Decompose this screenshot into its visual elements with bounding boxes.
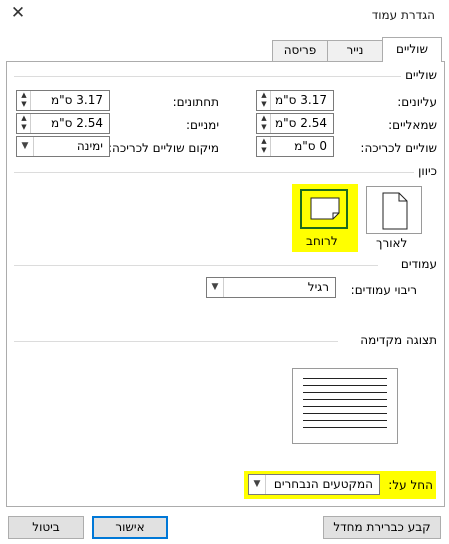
margins-divider bbox=[14, 76, 404, 77]
tab-layout[interactable]: פריסה bbox=[272, 40, 328, 61]
orientation-divider bbox=[14, 172, 414, 173]
right-margin-label: ימניים: bbox=[185, 118, 219, 132]
top-margin-stepper[interactable]: 3.17 ס"מ ▲ ▼ bbox=[256, 90, 334, 111]
left-margin-stepper[interactable]: 2.54 ס"מ ▲ ▼ bbox=[256, 113, 334, 134]
bottom-margin-label: תחתונים: bbox=[172, 95, 219, 109]
portrait-page-icon bbox=[382, 192, 408, 230]
apply-to-label: החל על: bbox=[388, 478, 433, 492]
gutter-position-label: מיקום שוליים לכריכה: bbox=[108, 141, 219, 155]
spin-up-icon[interactable]: ▲ bbox=[258, 114, 270, 123]
portrait-button[interactable] bbox=[366, 186, 422, 234]
chevron-down-icon[interactable]: ▼ bbox=[17, 137, 34, 156]
multiple-pages-value: רגיל bbox=[307, 280, 329, 294]
gutter-position-value: ימינה bbox=[76, 139, 103, 153]
gutter-label: שוליים לכריכה: bbox=[360, 141, 437, 155]
spin-down-icon[interactable]: ▼ bbox=[258, 146, 270, 155]
preview-group-label: תצוגה מקדימה bbox=[356, 333, 437, 347]
close-icon[interactable]: ✕ bbox=[7, 2, 29, 24]
landscape-page-icon bbox=[310, 197, 340, 220]
spin-down-icon[interactable]: ▼ bbox=[258, 123, 270, 132]
pages-group-label: עמודים bbox=[396, 257, 437, 271]
tab-paper[interactable]: נייר bbox=[327, 40, 383, 61]
portrait-label: לאורך bbox=[376, 236, 408, 250]
ok-button[interactable]: אישור bbox=[92, 516, 168, 539]
right-margin-stepper[interactable]: 2.54 ס"מ ▲ ▼ bbox=[16, 113, 110, 134]
multiple-pages-select[interactable]: רגיל ▼ bbox=[206, 277, 336, 298]
right-margin-value: 2.54 ס"מ bbox=[51, 116, 103, 130]
gutter-value: 0 ס"מ bbox=[294, 139, 327, 153]
spin-up-icon[interactable]: ▲ bbox=[18, 114, 30, 123]
top-margin-label: עליונים: bbox=[397, 95, 437, 109]
chevron-down-icon[interactable]: ▼ bbox=[249, 475, 266, 494]
landscape-button[interactable]: לרוחב bbox=[292, 184, 358, 252]
top-margin-value: 3.17 ס"מ bbox=[275, 93, 327, 107]
preview-divider bbox=[14, 341, 338, 342]
left-margin-value: 2.54 ס"מ bbox=[275, 116, 327, 130]
spin-up-icon[interactable]: ▲ bbox=[258, 137, 270, 146]
spin-down-icon[interactable]: ▼ bbox=[258, 100, 270, 109]
window-title: הגדרת עמוד bbox=[371, 8, 435, 22]
cancel-button[interactable]: ביטול bbox=[8, 516, 84, 539]
spin-up-icon[interactable]: ▲ bbox=[18, 91, 30, 100]
spin-down-icon[interactable]: ▼ bbox=[18, 100, 30, 109]
chevron-down-icon[interactable]: ▼ bbox=[207, 278, 224, 297]
gutter-stepper[interactable]: 0 ס"מ ▲ ▼ bbox=[256, 136, 334, 157]
apply-to-value: המקטעים הנבחרים bbox=[273, 477, 373, 491]
bottom-margin-value: 3.17 ס"מ bbox=[51, 93, 103, 107]
bottom-margin-stepper[interactable]: 3.17 ס"מ ▲ ▼ bbox=[16, 90, 110, 111]
margins-group-label: שוליים bbox=[401, 68, 437, 82]
left-margin-label: שמאליים: bbox=[388, 118, 437, 132]
pages-divider bbox=[14, 265, 378, 266]
tab-margins[interactable]: שוליים bbox=[382, 37, 442, 62]
orientation-group-label: כיוון bbox=[414, 164, 437, 178]
page-preview bbox=[292, 368, 398, 444]
spin-down-icon[interactable]: ▼ bbox=[18, 123, 30, 132]
multiple-pages-label: ריבוי עמודים: bbox=[350, 283, 417, 297]
apply-to-select[interactable]: המקטעים הנבחרים ▼ bbox=[248, 474, 380, 495]
landscape-label: לרוחב bbox=[306, 234, 338, 248]
set-default-button[interactable]: קבע כברירת מחדל bbox=[323, 516, 441, 539]
spin-up-icon[interactable]: ▲ bbox=[258, 91, 270, 100]
gutter-position-select[interactable]: ימינה ▼ bbox=[16, 136, 110, 157]
